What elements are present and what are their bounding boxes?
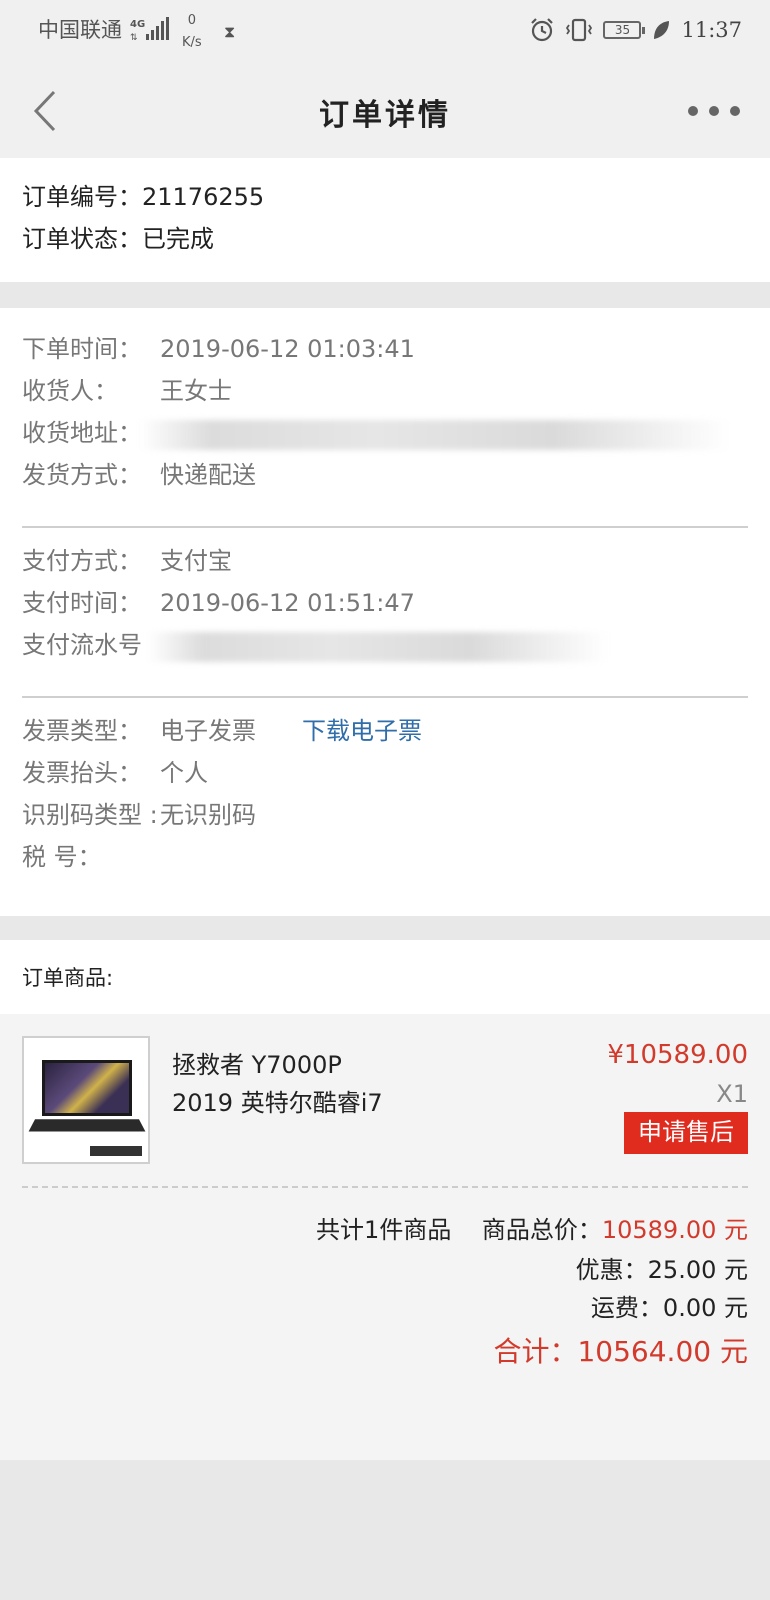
delivery-label: 发货方式： [22,461,142,489]
battery-icon: 35 [603,21,646,39]
receiver-label: 收货人： [22,377,118,405]
order-number-label: 订单编号： [22,183,142,211]
address-label: 收货地址： [22,419,142,447]
subtotal-row: 共计1件商品 商品总价：10589.00 元 [316,1210,748,1245]
product-name-line1: 拯救者 Y7000P [172,1051,342,1079]
total-value: 10564.00 元 [577,1335,748,1368]
goods-section: 拯救者 Y7000P 2019 英特尔酷睿i7 ¥10589.00 X1 申请售… [0,1014,770,1460]
hourglass-icon: ⧗ [224,22,236,41]
order-time-label: 下单时间： [22,335,142,363]
divider [22,526,748,528]
product-thumbnail[interactable] [22,1036,150,1164]
payment-serial-redacted [148,632,608,662]
product-price: ¥10589.00 [607,1040,748,1070]
discount-row: 优惠：25.00 元 [576,1250,748,1285]
discount-label: 优惠： [575,1256,648,1284]
status-bar: 中国联通 4G ⇅ 0 K/s ⧗ 35 11:37 [0,0,770,62]
speed-value: 0 [187,13,196,28]
page-title: 订单详情 [319,98,451,133]
subtotal-label: 商品总价： [481,1216,602,1244]
order-status-row: 订单状态：已完成 [22,224,214,254]
shipping-fee-label: 运费： [590,1294,663,1322]
total-row: 合计：10564.00 元 [493,1330,748,1370]
payment-time: 2019-06-12 01:51:47 [160,589,415,617]
leaf-icon [654,21,670,39]
divider [22,696,748,698]
payment-serial-label: 支付流水号 [22,631,142,659]
receiver: 王女士 [160,377,232,405]
tax-number-label: 税 号： [22,843,102,871]
order-status: 已完成 [142,225,214,253]
signal-icon: 4G ⇅ [130,17,169,42]
order-time: 2019-06-12 01:03:41 [160,335,415,363]
svg-text:⇅: ⇅ [130,33,138,42]
order-summary-card: 订单编号：21176255 订单状态：已完成 [0,158,770,282]
product-quantity: X1 [716,1080,748,1108]
address-redacted [140,420,730,450]
payment-method: 支付宝 [160,547,232,575]
total-label: 合计： [493,1335,578,1368]
order-details-card: 下单时间： 2019-06-12 01:03:41 收货人： 王女士 收货地址：… [0,308,770,916]
invoice-type-label: 发票类型： [22,717,142,745]
order-status-label: 订单状态： [22,225,142,253]
idcode-type: 无识别码 [160,801,256,829]
delivery-method: 快递配送 [160,461,256,489]
shipping-fee-row: 运费：0.00 元 [591,1288,748,1323]
svg-text:4G: 4G [130,19,145,30]
more-menu-icon[interactable] [688,106,740,116]
nav-bar: 订单详情 [0,62,770,158]
network-speed: 0 K/s [182,10,202,54]
goods-header-label: 订单商品: [22,966,114,990]
status-right: 35 11:37 [529,15,742,45]
order-number: 21176255 [142,183,265,211]
payment-method-label: 支付方式： [22,547,142,575]
order-number-row: 订单编号：21176255 [22,182,264,212]
shipping-fee-value: 0.00 元 [662,1294,748,1322]
discount-value: 25.00 元 [647,1256,748,1284]
invoice-type: 电子发票 [160,717,256,745]
item-count: 共计1件商品 [316,1216,452,1244]
speed-unit: K/s [182,35,202,50]
product-name[interactable]: 拯救者 Y7000P 2019 英特尔酷睿i7 [172,1046,383,1122]
idcode-type-label: 识别码类型 : [22,801,158,829]
invoice-title-label: 发票抬头： [22,759,142,787]
goods-header: 订单商品: [0,940,770,1014]
download-invoice-link[interactable]: 下载电子票 [302,716,422,746]
laptop-image [42,1060,132,1116]
payment-time-label: 支付时间： [22,589,142,617]
after-sale-button[interactable]: 申请售后 [624,1112,748,1154]
subtotal-value: 10589.00 元 [601,1216,748,1244]
product-name-line2: 2019 英特尔酷睿i7 [172,1089,383,1117]
carrier-name: 中国联通 [38,18,122,42]
clock: 11:37 [681,18,742,42]
invoice-title: 个人 [160,759,208,787]
alarm-icon [531,18,554,42]
vibrate-icon [566,18,593,42]
dashed-divider [22,1186,748,1188]
